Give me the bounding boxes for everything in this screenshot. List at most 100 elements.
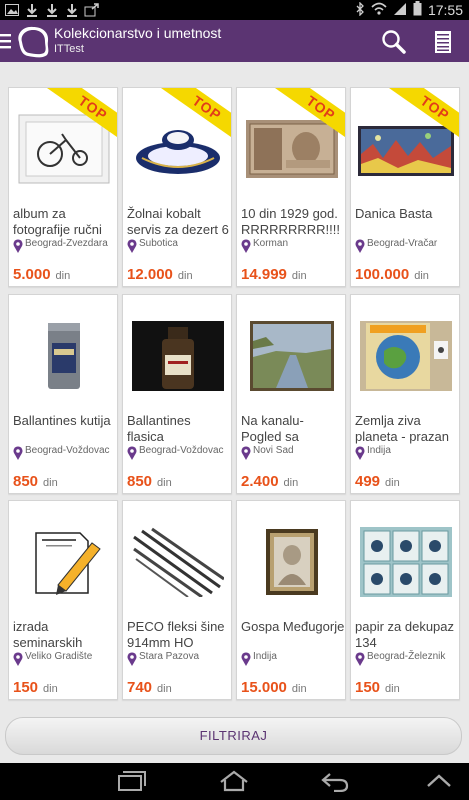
- product-card[interactable]: TOP Žolnai kobalt servis za dezert 6 Sub…: [122, 87, 232, 287]
- product-location: Beograd-Železnik: [355, 651, 459, 673]
- location-pin-icon: [127, 446, 137, 460]
- location-text: Korman: [253, 238, 289, 249]
- price-currency: din: [291, 683, 307, 695]
- back-icon[interactable]: [320, 770, 350, 793]
- filter-button[interactable]: FILTRIRAJ: [5, 717, 462, 755]
- product-title: Ballantines kutija: [13, 413, 111, 428]
- price-value: 12.000: [127, 266, 173, 283]
- price-value: 150: [355, 679, 381, 696]
- image-icon: [4, 2, 20, 18]
- product-image: [15, 315, 113, 397]
- product-card[interactable]: TOP 10 din 1929 god. RRRRRRRRR!!!! Korma…: [236, 87, 346, 287]
- product-location: Indija: [355, 445, 459, 467]
- search-icon[interactable]: [380, 28, 408, 56]
- product-price: 499 din: [355, 473, 400, 490]
- product-location: Beograd-Voždovac: [13, 445, 117, 467]
- product-price: 100.000 din: [355, 266, 429, 283]
- price-value: 100.000: [355, 266, 410, 283]
- app-title: Kolekcionarstvo i umetnost: [54, 25, 222, 41]
- app-subtitle: ITTest: [54, 43, 84, 55]
- product-location: Beograd-Voždovac: [127, 445, 231, 467]
- price-currency: din: [283, 477, 299, 489]
- product-card[interactable]: Gospa Međugorje Indija 15.000 din: [236, 500, 346, 700]
- product-title: 10 din 1929 god. RRRRRRRRR!!!!: [241, 206, 340, 237]
- home-icon[interactable]: [219, 770, 249, 792]
- product-location: Indija: [241, 651, 345, 673]
- product-location: Beograd-Zvezdara: [13, 238, 117, 260]
- product-location: Subotica: [127, 238, 231, 260]
- location-pin-icon: [355, 446, 365, 460]
- product-location: Beograd-Vračar: [355, 238, 459, 260]
- product-card[interactable]: izrada seminarskih Veliko Gradište 150 d…: [8, 500, 118, 700]
- filter-area: FILTRIRAJ: [0, 708, 469, 763]
- price-currency: din: [43, 477, 58, 489]
- price-value: 14.999: [241, 266, 287, 283]
- location-text: Beograd-Voždovac: [25, 445, 110, 456]
- product-price: 5.000 din: [13, 266, 70, 283]
- product-location: Veliko Gradište: [13, 651, 117, 673]
- product-image: [243, 521, 341, 603]
- product-title: Gospa Međugorje: [241, 619, 345, 634]
- app-logo[interactable]: [14, 23, 52, 61]
- product-title: PECO fleksi šine 914mm HO: [127, 619, 225, 650]
- price-currency: din: [177, 270, 193, 282]
- bluetooth-icon: [355, 0, 365, 19]
- location-text: Beograd-Železnik: [367, 651, 446, 662]
- product-title: Danica Basta: [355, 206, 433, 221]
- download-icon: [44, 2, 60, 18]
- navigation-bar: [0, 763, 469, 800]
- price-value: 499: [355, 473, 381, 490]
- recent-apps-icon[interactable]: [117, 770, 147, 792]
- price-value: 5.000: [13, 266, 51, 283]
- price-value: 15.000: [241, 679, 287, 696]
- location-pin-icon: [241, 652, 251, 666]
- product-card[interactable]: Ballantines flasica Beograd-Voždovac 850…: [122, 294, 232, 494]
- product-card[interactable]: PECO fleksi šine 914mm HO Stara Pazova 7…: [122, 500, 232, 700]
- location-pin-icon: [13, 446, 23, 460]
- location-pin-icon: [355, 652, 365, 666]
- product-card[interactable]: papir za dekupaz 134 Beograd-Železnik 15…: [350, 500, 460, 700]
- product-price: 740 din: [127, 679, 172, 696]
- product-card[interactable]: Zemlja ziva planeta - prazan Indija 499 …: [350, 294, 460, 494]
- price-currency: din: [414, 270, 429, 282]
- location-text: Indija: [253, 651, 277, 662]
- up-chevron-icon[interactable]: [424, 770, 454, 792]
- location-pin-icon: [355, 239, 365, 253]
- product-image: [129, 521, 227, 603]
- location-pin-icon: [241, 446, 251, 460]
- product-title: Zemlja ziva planeta - prazan: [355, 413, 449, 444]
- download-icon: [24, 2, 40, 18]
- product-price: 850 din: [13, 473, 58, 490]
- location-text: Beograd-Voždovac: [139, 445, 224, 456]
- product-price: 150 din: [355, 679, 400, 696]
- price-currency: din: [157, 683, 172, 695]
- price-currency: din: [55, 270, 71, 282]
- product-card[interactable]: Ballantines kutija Beograd-Voždovac 850 …: [8, 294, 118, 494]
- price-currency: din: [157, 477, 172, 489]
- price-currency: din: [385, 683, 400, 695]
- list-view-icon[interactable]: [432, 30, 454, 54]
- location-text: Indija: [367, 445, 391, 456]
- location-text: Subotica: [139, 238, 178, 249]
- price-value: 150: [13, 679, 39, 696]
- location-text: Beograd-Zvezdara: [25, 238, 108, 249]
- product-price: 14.999 din: [241, 266, 307, 283]
- product-title: album za fotografije ručni: [13, 206, 102, 237]
- location-text: Beograd-Vračar: [367, 238, 438, 249]
- drawer-menu-icon[interactable]: [0, 32, 12, 50]
- product-card[interactable]: TOP album za fotografije ručni Beograd-Z…: [8, 87, 118, 287]
- price-value: 2.400: [241, 473, 279, 490]
- status-bar: 17:55: [0, 0, 469, 20]
- download-icon: [64, 2, 80, 18]
- product-card[interactable]: Na kanalu- Pogled sa Novi Sad 2.400 din: [236, 294, 346, 494]
- location-pin-icon: [13, 239, 23, 253]
- location-pin-icon: [127, 239, 137, 253]
- product-location: Novi Sad: [241, 445, 345, 467]
- price-value: 740: [127, 679, 153, 696]
- product-card[interactable]: TOP Danica Basta Beograd-Vračar 100.000 …: [350, 87, 460, 287]
- product-title: izrada seminarskih: [13, 619, 83, 650]
- product-price: 150 din: [13, 679, 58, 696]
- product-price: 12.000 din: [127, 266, 193, 283]
- download-update-icon: [84, 2, 100, 18]
- product-image: [357, 521, 455, 603]
